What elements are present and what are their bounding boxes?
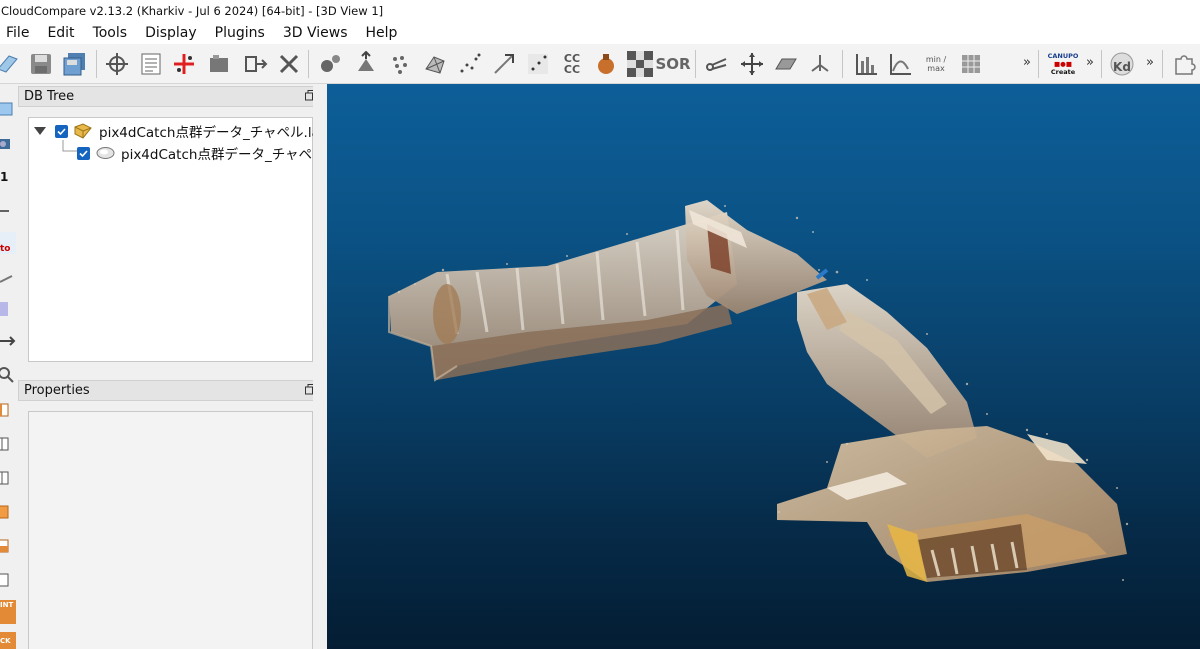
camera-icon[interactable] bbox=[0, 132, 16, 154]
delete-icon[interactable] bbox=[275, 50, 303, 78]
menu-bar: File Edit Tools Display Plugins 3D Views… bbox=[0, 22, 1200, 44]
checker-icon[interactable] bbox=[626, 50, 654, 78]
normals-icon[interactable] bbox=[352, 50, 380, 78]
list-icon[interactable] bbox=[137, 50, 165, 78]
canupo-create-label: Create bbox=[1050, 68, 1076, 76]
cloud-left-wing bbox=[388, 212, 737, 382]
int-label[interactable]: INT bbox=[0, 600, 16, 624]
view-top-icon[interactable] bbox=[0, 500, 16, 522]
align-icon[interactable] bbox=[490, 50, 518, 78]
point-cloud-render bbox=[388, 200, 1129, 582]
properties-panel[interactable] bbox=[28, 411, 313, 649]
translate-rotate-icon[interactable] bbox=[738, 50, 766, 78]
arrow-tool-icon[interactable] bbox=[0, 268, 16, 290]
subsample-icon[interactable] bbox=[242, 50, 270, 78]
visibility-checkbox[interactable] bbox=[77, 146, 90, 160]
axis-icon[interactable] bbox=[806, 50, 834, 78]
cloud-bottom-room bbox=[777, 426, 1127, 582]
tree-item-label: pix4dCatch点群データ_チャペル.las (... bbox=[99, 125, 350, 141]
properties-title: Properties bbox=[24, 383, 90, 398]
sor-filter-icon[interactable]: SOR bbox=[655, 50, 690, 78]
kd-label: Kd bbox=[1113, 60, 1131, 74]
toolbar-overflow-icon-3[interactable]: » bbox=[1146, 55, 1154, 70]
line-tool-icon[interactable] bbox=[0, 200, 16, 222]
point-density-icon[interactable] bbox=[386, 50, 414, 78]
layers-tool-icon[interactable] bbox=[0, 298, 16, 320]
open-icon[interactable] bbox=[0, 50, 22, 78]
db-tree-panel[interactable]: pix4dCatch点群データ_チャペル.las (... pix4dCatch… bbox=[28, 117, 349, 362]
canupo-label: CANUPO bbox=[1047, 52, 1079, 60]
min-max-icon[interactable]: min / max bbox=[922, 50, 950, 78]
register-icon[interactable] bbox=[524, 50, 552, 78]
zoom-tool-icon[interactable] bbox=[0, 364, 16, 386]
3d-view[interactable] bbox=[327, 84, 1200, 649]
app-window: CloudCompare v2.13.2 (Kharkiv - Jul 6 20… bbox=[0, 0, 1200, 649]
histogram-icon[interactable] bbox=[853, 50, 881, 78]
tree-item-folder[interactable]: pix4dCatch点群データ_チャペル.las (... bbox=[34, 121, 349, 141]
window-title: CloudCompare v2.13.2 (Kharkiv - Jul 6 20… bbox=[0, 0, 1200, 22]
cccc-icon[interactable]: CC CC bbox=[558, 50, 586, 78]
scissors-icon[interactable] bbox=[703, 50, 731, 78]
point-cloud-icon bbox=[96, 147, 115, 159]
auto-pick-label[interactable]: to bbox=[0, 232, 16, 254]
table-icon[interactable] bbox=[957, 50, 985, 78]
properties-header: Properties bbox=[18, 380, 323, 401]
menu-3d-views[interactable]: 3D Views bbox=[274, 22, 357, 44]
pan-tool-icon[interactable] bbox=[0, 330, 16, 352]
expand-arrow-icon[interactable] bbox=[34, 127, 46, 135]
view-left-icon[interactable] bbox=[0, 466, 16, 488]
screen-icon[interactable] bbox=[0, 99, 16, 121]
view-right-icon[interactable] bbox=[0, 568, 16, 590]
mesh-icon[interactable] bbox=[421, 50, 449, 78]
save-icon[interactable] bbox=[27, 50, 55, 78]
menu-display[interactable]: Display bbox=[136, 22, 206, 44]
fill-icon[interactable] bbox=[592, 50, 620, 78]
view-bottom-icon[interactable] bbox=[0, 534, 16, 556]
view-back-icon[interactable] bbox=[0, 432, 16, 454]
segment-icon[interactable] bbox=[205, 50, 233, 78]
main-toolbar: CC CC SOR min / max » CANUPO ■●■ Create » bbox=[0, 44, 1200, 84]
plane-icon[interactable] bbox=[772, 50, 800, 78]
scale-label[interactable]: 1 bbox=[0, 166, 16, 188]
toolbar-overflow-icon[interactable]: » bbox=[1023, 55, 1031, 70]
view-toolbar: 1 to INT CK bbox=[0, 84, 16, 649]
menu-help[interactable]: Help bbox=[356, 22, 406, 44]
view-front-icon[interactable] bbox=[0, 398, 16, 420]
menu-edit[interactable]: Edit bbox=[38, 22, 83, 44]
db-tree-title: DB Tree bbox=[24, 89, 75, 104]
tree-item-cloud[interactable]: pix4dCatch点群データ_チャペル.las bbox=[77, 143, 349, 163]
pick-rotation-center-icon[interactable] bbox=[103, 50, 131, 78]
folder-icon bbox=[74, 123, 92, 139]
statistics-icon[interactable] bbox=[887, 50, 915, 78]
sample-points-icon[interactable] bbox=[317, 50, 345, 78]
toolbar-overflow-icon-2[interactable]: » bbox=[1086, 55, 1094, 70]
plugin-puzzle-icon[interactable] bbox=[1170, 50, 1198, 78]
ck-label[interactable]: CK bbox=[0, 632, 16, 649]
db-tree-header: DB Tree bbox=[18, 86, 323, 107]
visibility-checkbox[interactable] bbox=[55, 124, 68, 138]
canupo-create-icon[interactable]: CANUPO ■●■ Create bbox=[1046, 50, 1080, 78]
merge-icon[interactable] bbox=[170, 50, 198, 78]
scatter-icon[interactable] bbox=[456, 50, 484, 78]
save-all-icon[interactable] bbox=[61, 50, 89, 78]
menu-plugins[interactable]: Plugins bbox=[206, 22, 274, 44]
dock-splitter[interactable] bbox=[313, 84, 327, 649]
tree-branch-line bbox=[62, 140, 77, 152]
menu-file[interactable]: File bbox=[0, 22, 38, 44]
menu-tools[interactable]: Tools bbox=[84, 22, 137, 44]
